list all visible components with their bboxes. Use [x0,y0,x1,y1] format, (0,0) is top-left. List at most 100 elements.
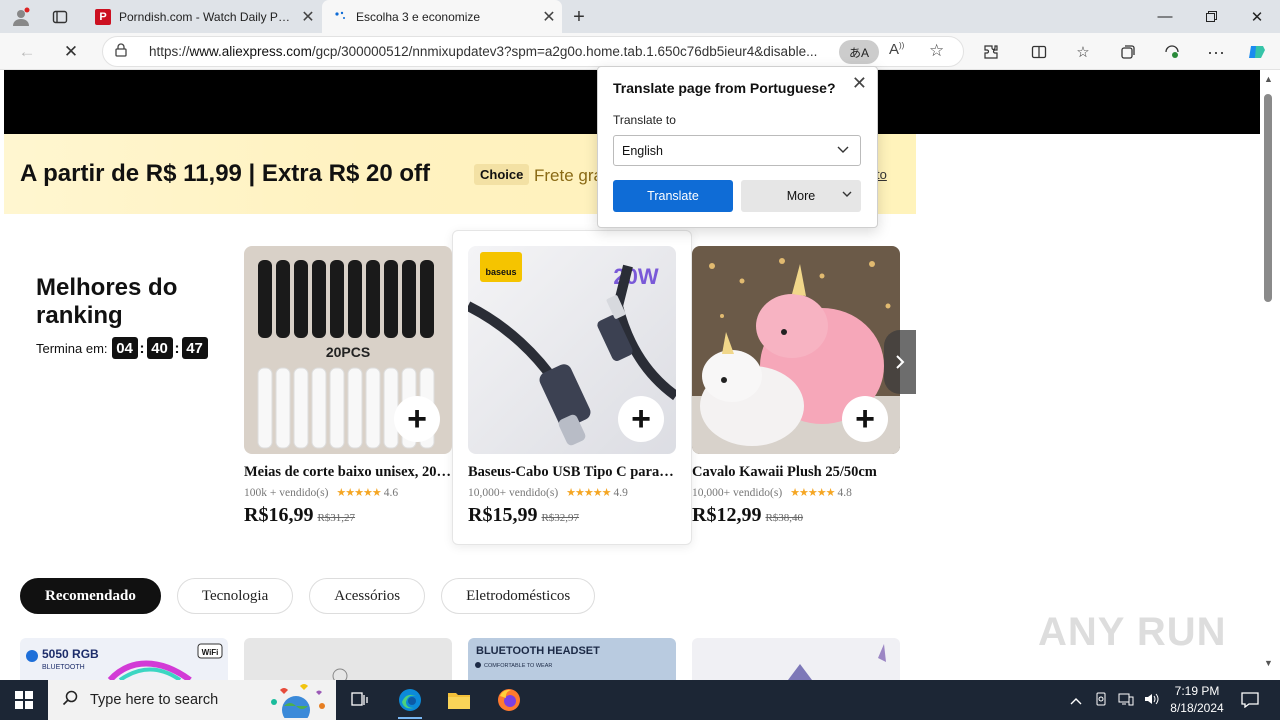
lock-icon[interactable] [115,43,139,60]
chevron-down-icon [841,188,853,203]
carousel-next-button[interactable] [884,330,916,394]
product-image[interactable]: + [692,246,900,454]
translate-button[interactable]: Translate [613,180,733,212]
add-to-cart-button[interactable]: + [618,396,664,442]
rating-value: 4.6 [383,486,399,499]
product-image[interactable]: baseus 20W + [468,246,676,454]
start-button[interactable] [0,680,48,720]
add-to-cart-button[interactable]: + [394,396,440,442]
page-scrollbar[interactable]: ▲ ▼ [1260,70,1280,680]
scrollbar-thumb[interactable] [1264,94,1272,302]
clock-date: 8/18/2024 [1170,701,1224,715]
file-explorer-icon[interactable] [439,685,479,715]
taskbar-clock[interactable]: 7:19 PM 8/18/2024 [1164,683,1230,717]
tab-acessorios[interactable]: Acessórios [309,578,426,614]
collections-icon[interactable] [1117,41,1139,63]
tab-eletrodomesticos[interactable]: Eletrodomésticos [441,578,596,614]
notifications-icon[interactable] [1230,685,1270,715]
baseus-logo-label: baseus [485,267,516,277]
language-select[interactable]: English [613,135,861,166]
close-tab-icon[interactable]: ✕ [536,7,562,27]
tab-tecnologia[interactable]: Tecnologia [176,578,294,614]
product-card[interactable]: 20PCS + Meias de corte baixo unisex, 20 … [244,246,452,527]
close-window-icon[interactable]: ✕ [1234,0,1280,33]
product-name[interactable]: Cavalo Kawaii Plush 25/50cm [692,464,900,481]
new-tab-icon[interactable]: + [568,6,590,28]
translate-icon[interactable]: あA [839,40,879,64]
scroll-down-icon[interactable]: ▼ [1264,658,1273,668]
tab-recomendado[interactable]: Recomendado [20,578,161,614]
product-card[interactable]: + Cavalo Kawaii Plush 25/50cm 10,000+ ve… [692,246,900,527]
ranking-title: Melhores do ranking [36,274,178,329]
tab-title: Porndish.com - Watch Daily Porn [119,9,295,24]
network-icon[interactable] [1118,692,1134,709]
read-aloud-icon[interactable]: A)) [889,41,904,58]
translate-popup-title: Translate page from Portuguese? [613,80,836,96]
chevron-down-icon [836,142,850,159]
headset-sub: COMFORTABLE TO WEAR [484,663,552,669]
edge-taskbar-icon[interactable] [390,685,430,719]
scroll-up-icon[interactable]: ▲ [1264,74,1273,84]
product-meta: 10,000+ vendido(s) ★★★★★ 4.9 [468,486,676,500]
tab-bar: P Porndish.com - Watch Daily Porn ✕ Esco… [0,0,1280,33]
extensions-icon[interactable] [980,41,1002,63]
minimize-icon[interactable]: — [1142,0,1188,33]
tab-porndish[interactable]: P Porndish.com - Watch Daily Porn ✕ [85,0,321,33]
product-thumb-headset[interactable]: BLUETOOTH HEADSET COMFORTABLE TO WEAR [468,638,676,680]
add-to-cart-button[interactable]: + [842,396,888,442]
headset-title: BLUETOOTH HEADSET [476,645,600,657]
stop-loading-icon[interactable]: ✕ [58,39,84,65]
copilot-icon[interactable] [1246,41,1268,63]
promo-headline: A partir de R$ 11,99 | Extra R$ 20 off [20,160,430,187]
favorites-icon[interactable]: ☆ [1072,41,1094,63]
firefox-icon[interactable] [489,685,529,715]
sold-count: 100k + vendido(s) [244,486,329,499]
close-tab-icon[interactable]: ✕ [295,7,321,27]
product-thumb-led[interactable]: 5050 RGB BLUETOOTH WiFi [20,638,228,680]
product-price-row: R$16,99 R$31,27 [244,504,452,527]
system-tray [1070,680,1160,720]
tab-aliexpress[interactable]: Escolha 3 e economize ✕ [322,0,562,33]
porndish-favicon-icon: P [95,8,111,25]
old-price: R$32,97 [541,512,580,524]
selected-language: English [622,143,663,158]
tab-title: Escolha 3 e economize [356,9,481,24]
anyrun-watermark: ANY RUN [1038,610,1227,654]
back-icon[interactable]: ← [14,39,40,65]
product-thumb[interactable] [244,638,452,680]
rating-stars-icon: ★★★★★ [336,487,381,499]
address-toolbar: ← ✕ https://www.aliexpress.com/gcp/30000… [0,33,1280,70]
chevron-right-icon [896,355,905,369]
taskbar-search[interactable]: Type here to search [48,680,336,720]
favorite-star-icon[interactable]: ☆ [929,41,944,61]
price: R$12,99 [692,504,762,526]
countdown-label: Termina em: [36,340,108,356]
performance-icon[interactable] [1161,41,1183,63]
product-name[interactable]: Baseus-Cabo USB Tipo C para Lightning [468,464,676,481]
countdown-hours: 04 [111,337,138,359]
more-menu-icon[interactable]: ··· [1205,41,1227,63]
restore-icon[interactable] [1188,0,1234,33]
profile-icon[interactable] [10,6,32,28]
search-placeholder: Type here to search [90,692,219,708]
rating-value: 4.9 [613,486,628,499]
split-screen-icon[interactable] [1028,41,1050,63]
product-price-row: R$15,99 R$32,97 [468,504,676,527]
tab-actions-icon[interactable] [49,6,71,28]
tray-overflow-icon[interactable] [1070,693,1082,708]
product-name[interactable]: Meias de corte baixo unisex, 20 pares [244,464,452,481]
category-tabs: Recomendado Tecnologia Acessórios Eletro… [20,578,611,614]
product-meta: 10,000+ vendido(s) ★★★★★ 4.8 [692,486,900,500]
task-view-icon[interactable] [340,685,380,715]
address-bar[interactable]: https://www.aliexpress.com/gcp/300000512… [102,36,964,67]
product-card[interactable]: baseus 20W + Baseus-Cabo USB Tipo C para… [468,246,676,527]
volume-icon[interactable] [1144,692,1160,709]
device-icon[interactable] [1094,692,1108,709]
countdown-minutes: 40 [146,337,173,359]
url-text[interactable]: https://www.aliexpress.com/gcp/300000512… [149,44,839,59]
close-icon[interactable]: ✕ [852,73,867,94]
windows-taskbar: Type here to search 7:19 PM 8/18/2024 [0,680,1280,720]
product-thumb[interactable] [692,638,900,680]
more-button[interactable]: More [741,180,861,212]
product-image[interactable]: 20PCS + [244,246,452,454]
